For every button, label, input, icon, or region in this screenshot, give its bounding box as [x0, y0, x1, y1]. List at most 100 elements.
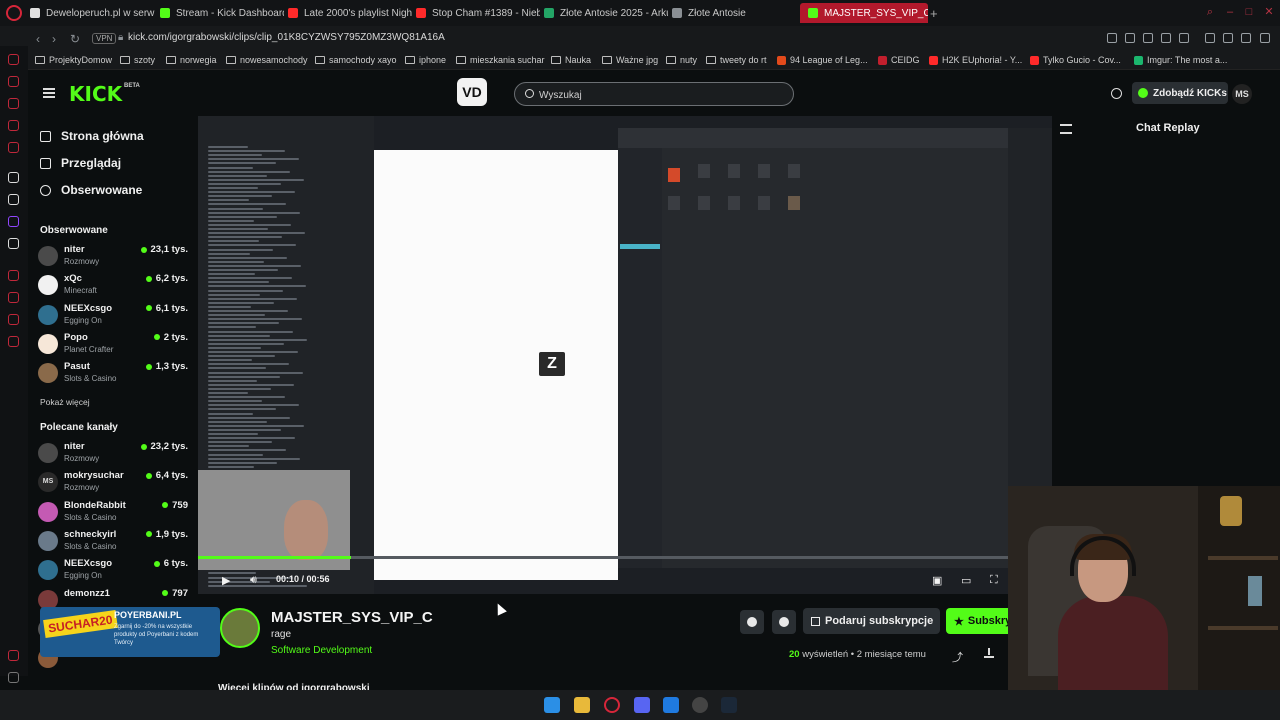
- sidebar-messenger-icon[interactable]: [8, 120, 19, 131]
- channel-avatar[interactable]: [220, 608, 260, 648]
- bookmark-item[interactable]: iphone: [405, 55, 446, 65]
- browser-tab[interactable]: Stream - Kick Dashboard: [160, 3, 284, 23]
- lock-icon[interactable]: 🔒︎: [118, 32, 123, 43]
- show-more-link[interactable]: Pokaż więcej: [40, 397, 90, 407]
- sidebar-heart-icon[interactable]: [8, 314, 19, 325]
- browser-tab[interactable]: MAJSTER_SYS_VIP_C - V: [800, 3, 928, 23]
- bookmark-item[interactable]: CEIDG: [878, 55, 920, 65]
- channel-item[interactable]: xQc Minecraft 6,2 tys.: [38, 271, 188, 299]
- discord-icon[interactable]: [634, 697, 650, 713]
- fullscreen-icon[interactable]: ⛶: [990, 574, 998, 587]
- bookmark-item[interactable]: szoty: [120, 55, 155, 65]
- bookmark-item[interactable]: nowesamochody: [226, 55, 308, 65]
- channel-item[interactable]: Popo Planet Crafter 2 tys.: [38, 330, 188, 358]
- nav-item[interactable]: Przeglądaj: [40, 156, 121, 170]
- follow-button[interactable]: [772, 610, 796, 634]
- messenger-icon[interactable]: [663, 697, 679, 713]
- extensions-icon[interactable]: [1205, 33, 1215, 43]
- rewards-icon[interactable]: [1111, 88, 1122, 99]
- menu-icon[interactable]: [1260, 33, 1270, 43]
- bookmark-item[interactable]: H2K EUphoria! - Y...: [929, 55, 1022, 65]
- forward-icon[interactable]: ›: [52, 32, 56, 46]
- play-icon[interactable]: ▶: [222, 574, 230, 587]
- sidebar-settings-icon[interactable]: [8, 336, 19, 347]
- downloads-icon[interactable]: [1223, 33, 1233, 43]
- channel-item[interactable]: MS mokrysuchar Rozmowy 6,4 tys.: [38, 468, 188, 496]
- steam-icon[interactable]: [721, 697, 737, 713]
- channel-item[interactable]: niter Rozmowy 23,1 tys.: [38, 242, 188, 270]
- bookmark-item[interactable]: Ważne jpg: [602, 55, 658, 65]
- clip-channel-name[interactable]: MAJSTER_SYS_VIP_C: [271, 609, 433, 626]
- hamburger-menu-icon[interactable]: [43, 88, 55, 98]
- bookmark-item[interactable]: Imgur: The most a...: [1134, 55, 1227, 65]
- sidebar-twitch-icon[interactable]: [8, 216, 19, 227]
- channel-item[interactable]: BlondeRabbit Slots & Casino 759: [38, 498, 188, 526]
- snapshot-icon[interactable]: [1125, 33, 1135, 43]
- promo-banner[interactable]: SUCHAR20 POYERBANI.PL Zgarnij do -20% na…: [40, 607, 220, 657]
- bookmark-item[interactable]: tweety do rt: [706, 55, 767, 65]
- user-avatar[interactable]: MS: [1232, 84, 1252, 104]
- collapse-chat-icon[interactable]: [1060, 124, 1072, 134]
- sidebar-x-icon[interactable]: [8, 238, 19, 249]
- heart-favorite-icon[interactable]: [1179, 33, 1189, 43]
- channel-item[interactable]: schneckyirl Slots & Casino 1,9 tys.: [38, 527, 188, 555]
- bookmark-item[interactable]: norwegia: [166, 55, 217, 65]
- channel-item[interactable]: niter Rozmowy 23,2 tys.: [38, 439, 188, 467]
- theater-mode-icon[interactable]: ▣: [932, 574, 942, 587]
- search-tabs-icon[interactable]: ⌕: [1204, 6, 1216, 18]
- opera-gx-icon[interactable]: [604, 697, 620, 713]
- bookmark-icon[interactable]: [1107, 33, 1117, 43]
- url-field[interactable]: kick.com/igorgrabowski/clips/clip_01K8CY…: [128, 32, 445, 43]
- browser-tab[interactable]: Stop Cham #1389 - Niebe: [416, 3, 540, 23]
- bookmark-item[interactable]: nuty: [666, 55, 697, 65]
- nav-item[interactable]: Strona główna: [40, 129, 144, 143]
- browser-tab[interactable]: Deweloperuch.pl w serw: [30, 3, 156, 23]
- sidebar-aria-icon[interactable]: [8, 98, 19, 109]
- subscribe-button[interactable]: ★ Subskry: [946, 608, 1008, 634]
- back-icon[interactable]: ‹: [36, 32, 40, 46]
- channel-item[interactable]: NEEXcsgo Egging On 6 tys.: [38, 556, 188, 584]
- shield-icon[interactable]: [1143, 33, 1153, 43]
- nav-item[interactable]: Obserwowane: [40, 183, 142, 197]
- sidebar-mail-icon[interactable]: [8, 142, 19, 153]
- pip-icon[interactable]: ▭: [961, 574, 971, 587]
- get-kicks-button[interactable]: Zdobądź KICKs: [1132, 82, 1228, 104]
- vpn-badge[interactable]: VPN: [92, 33, 117, 44]
- close-window-button[interactable]: ✕: [1263, 6, 1275, 18]
- gift-subs-button[interactable]: Podaruj subskrypcje: [803, 608, 940, 634]
- bookmark-item[interactable]: samochody xayo: [315, 55, 397, 65]
- volume-icon[interactable]: 🔊︎: [250, 574, 257, 587]
- clip-category[interactable]: Software Development: [271, 645, 372, 656]
- sidebar-more-icon[interactable]: [8, 672, 19, 683]
- new-tab-button[interactable]: +: [930, 3, 938, 23]
- sidebar-wallet-icon[interactable]: [8, 54, 19, 65]
- bookmark-item[interactable]: Nauka: [551, 55, 591, 65]
- player-icon[interactable]: [1161, 33, 1171, 43]
- maximize-button[interactable]: □: [1243, 6, 1255, 18]
- bookmark-item[interactable]: ProjektyDomow: [35, 55, 112, 65]
- search-input[interactable]: [539, 87, 779, 103]
- download-arrow-icon[interactable]: [1241, 33, 1251, 43]
- share-icon[interactable]: ⤴: [952, 649, 963, 665]
- sidebar-chatgpt-icon[interactable]: [8, 194, 19, 205]
- sidebar-clock-icon[interactable]: [8, 292, 19, 303]
- browser-tab[interactable]: Late 2000's playlist Nigh: [288, 3, 412, 23]
- kick-logo[interactable]: KICK: [69, 82, 122, 106]
- search-box[interactable]: [514, 82, 794, 106]
- obs-icon[interactable]: [692, 697, 708, 713]
- opera-logo-icon[interactable]: [6, 5, 22, 21]
- sidebar-history-icon[interactable]: [8, 76, 19, 87]
- download-icon[interactable]: [984, 648, 994, 658]
- minimize-button[interactable]: –: [1224, 6, 1236, 18]
- video-player[interactable]: Z ▶ 🔊︎ 00:10 / 00:56 ▣ ▭ ⛶: [198, 116, 1052, 594]
- channel-item[interactable]: NEEXcsgo Egging On 6,1 tys.: [38, 301, 188, 329]
- start-icon[interactable]: [544, 697, 560, 713]
- bookmark-item[interactable]: mieszkania suchar: [456, 55, 545, 65]
- sidebar-gx-icon[interactable]: [8, 650, 19, 661]
- vd-app-icon[interactable]: VD: [457, 78, 487, 106]
- notifications-button[interactable]: [740, 610, 764, 634]
- sidebar-record-icon[interactable]: [8, 270, 19, 281]
- browser-tab[interactable]: Złote Antosie 2025 - Arku: [544, 3, 668, 23]
- browser-tab[interactable]: Złote Antosie: [672, 3, 792, 23]
- sidebar-arc-icon[interactable]: [8, 172, 19, 183]
